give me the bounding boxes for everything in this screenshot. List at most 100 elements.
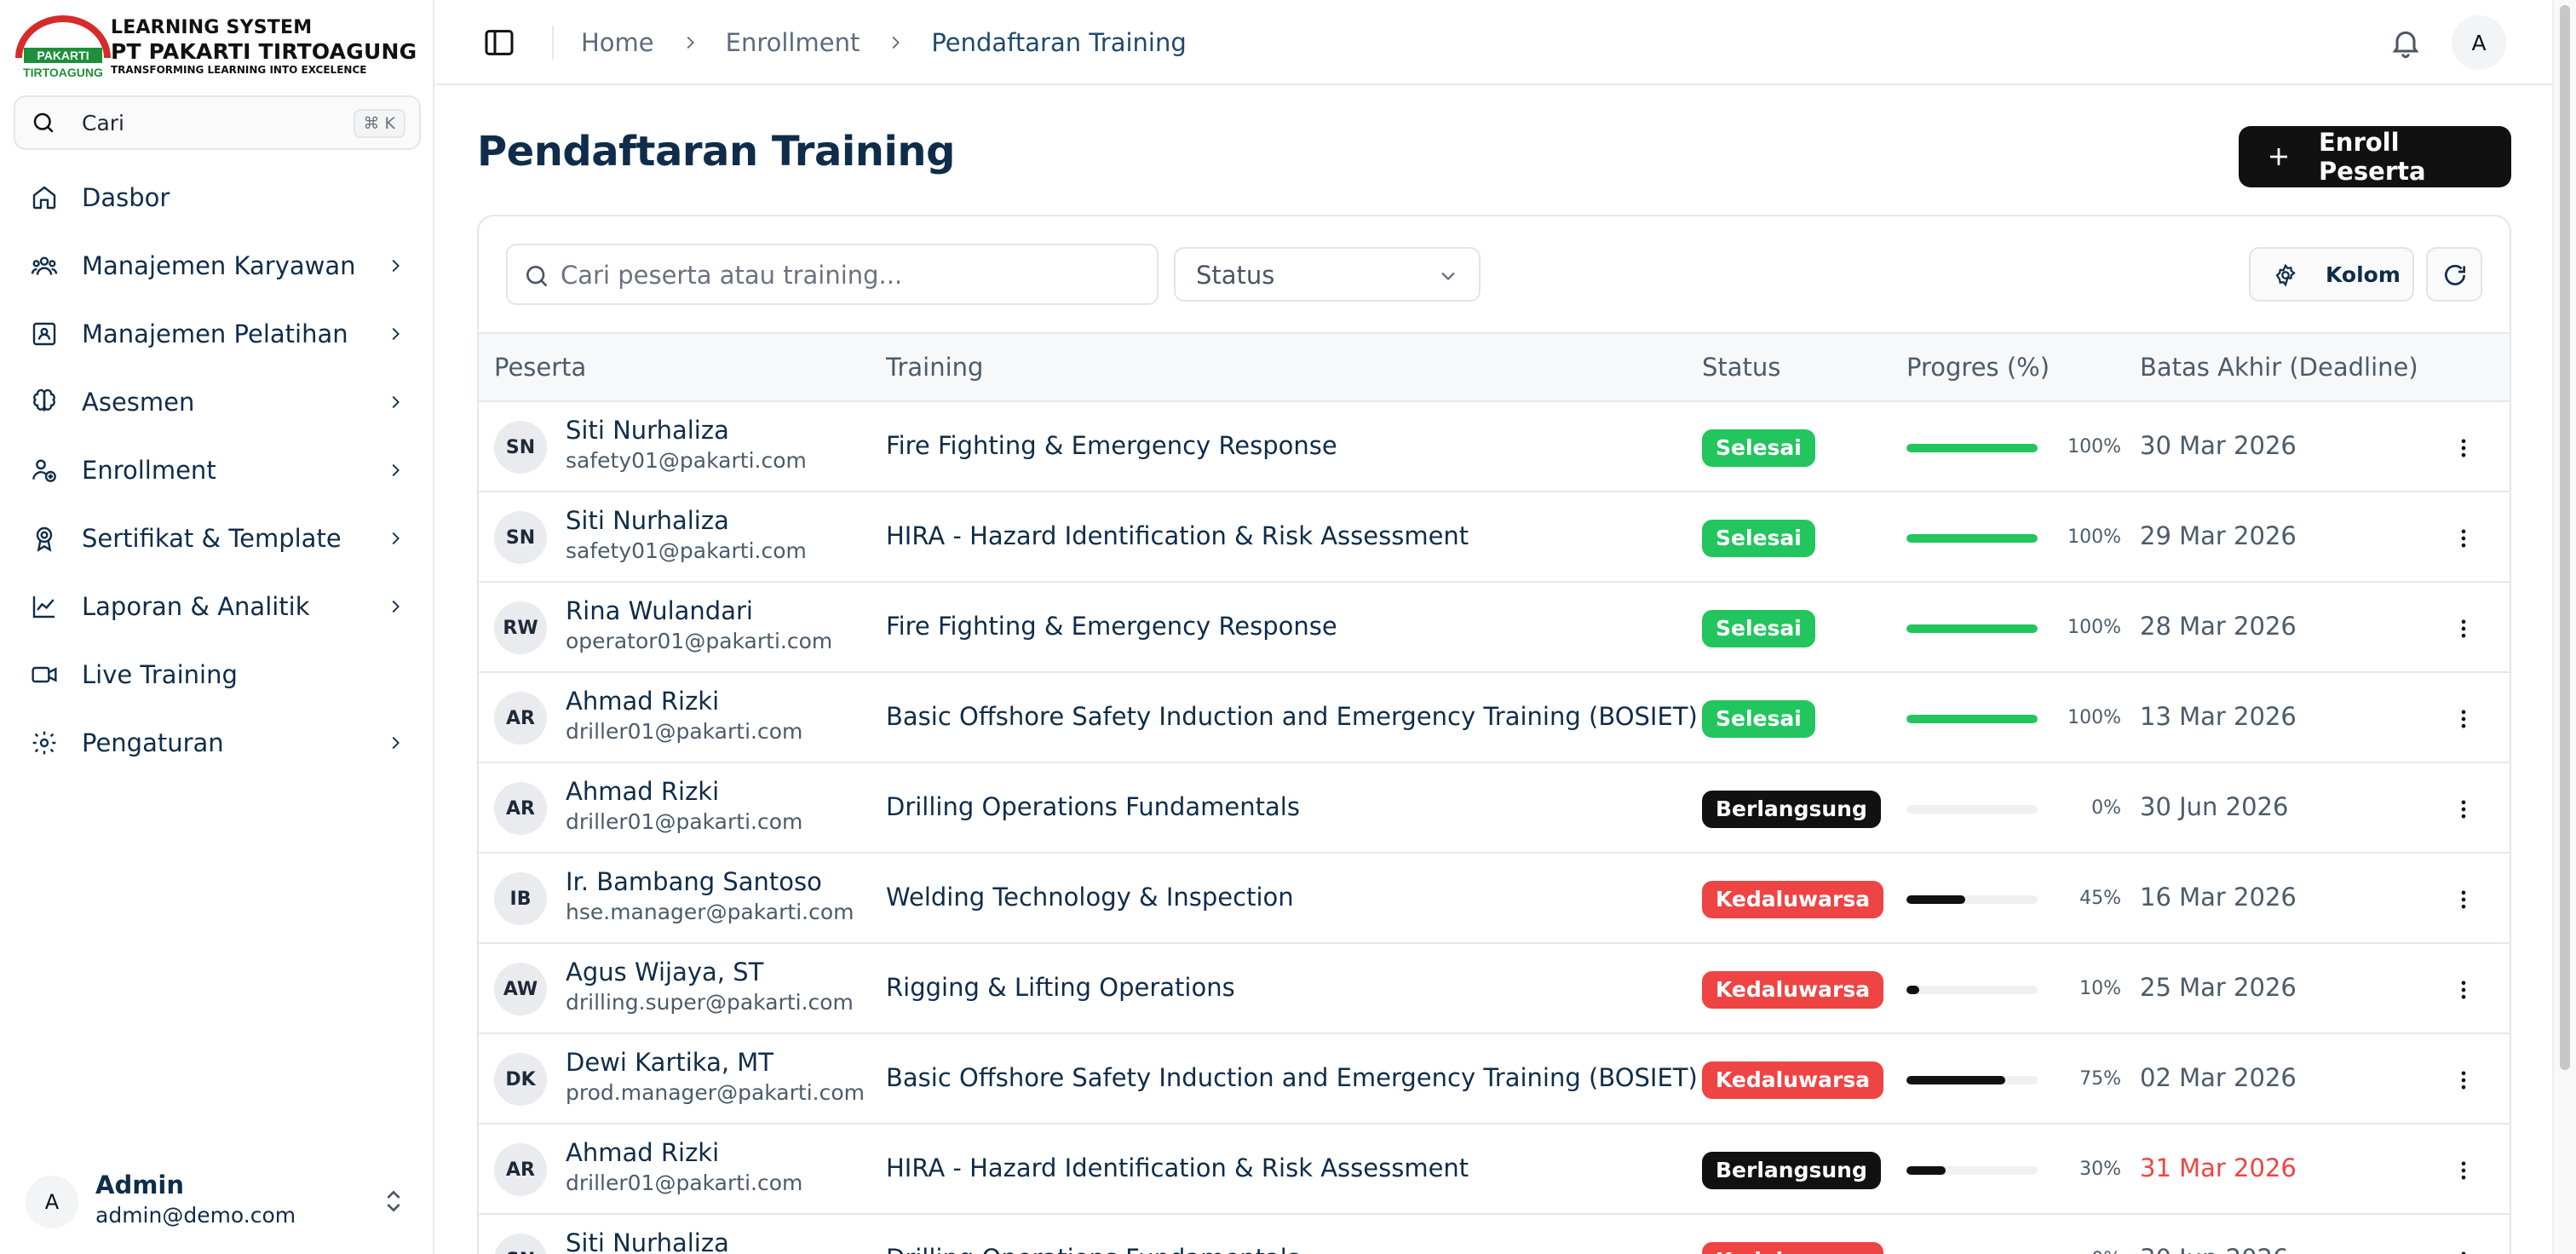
row-actions-icon[interactable] <box>2447 792 2481 826</box>
table-row[interactable]: AW Agus Wijaya, ST drilling.super@pakarti.… <box>479 944 2510 1034</box>
progress-bar <box>1906 1076 2038 1084</box>
avatar: RW <box>494 601 547 654</box>
sidebar-item-manajemen-pelatihan[interactable]: Manajemen Pelatihan <box>14 307 421 361</box>
chevron-right-icon <box>678 31 702 55</box>
row-actions-icon[interactable] <box>2447 1244 2481 1254</box>
scrollbar-thumb[interactable] <box>2560 5 2570 1070</box>
search-input[interactable] <box>561 256 1140 295</box>
progress-bar <box>1906 895 2038 904</box>
column-header-status[interactable]: Status <box>1702 353 1780 382</box>
progress-percent: 0% <box>2091 797 2121 819</box>
training-name[interactable]: Drilling Operations Fundamentals <box>886 1244 1300 1254</box>
table-row[interactable]: SN Siti Nurhaliza Drilling Operations Fund… <box>479 1215 2510 1254</box>
column-header-deadline[interactable]: Batas Akhir (Deadline) <box>2140 353 2418 382</box>
avatar: SN <box>494 1234 547 1254</box>
chevron-right-icon <box>383 526 407 550</box>
brand-tagline: TRANSFORMING LEARNING INTO EXCELENCE <box>111 64 367 76</box>
progress-percent: 100% <box>2067 617 2121 638</box>
sidebar-item-laporan-analitik[interactable]: Laporan & Analitik <box>14 579 421 634</box>
progress-percent: 10% <box>2079 978 2121 999</box>
sidebar: PAKARTI TIRTOAGUNG LEARNING SYSTEM PT PA… <box>0 0 434 1254</box>
user-email: admin@demo.com <box>95 1203 296 1228</box>
row-actions-icon[interactable] <box>2447 883 2481 917</box>
status-filter-label: Status <box>1196 261 1275 290</box>
column-header-training[interactable]: Training <box>886 353 983 382</box>
breadcrumb-current: Pendaftaran Training <box>931 28 1187 57</box>
enroll-participant-button[interactable]: Enroll Peserta <box>2239 126 2511 187</box>
user-menu-button[interactable]: A Admin admin@demo.com <box>14 1167 421 1235</box>
sidebar-toggle-icon[interactable] <box>482 26 516 60</box>
plus-icon <box>2264 142 2293 171</box>
sidebar-search-button[interactable]: Cari ⌘ K <box>14 95 421 150</box>
sidebar-item-label: Manajemen Pelatihan <box>82 319 348 348</box>
progress-fill <box>1906 444 2038 452</box>
row-actions-icon[interactable] <box>2447 1063 2481 1097</box>
row-actions-icon[interactable] <box>2447 973 2481 1007</box>
row-actions-icon[interactable] <box>2447 612 2481 646</box>
sidebar-item-enrollment[interactable]: Enrollment <box>14 443 421 498</box>
sidebar-item-manajemen-karyawan[interactable]: Manajemen Karyawan <box>14 239 421 293</box>
training-name[interactable]: HIRA - Hazard Identification & Risk Asse… <box>886 521 1469 550</box>
chevron-right-icon <box>383 458 407 482</box>
training-name[interactable]: Fire Fighting & Emergency Response <box>886 612 1337 641</box>
participant-name: Rina Wulandari <box>566 596 753 625</box>
sidebar-item-label: Manajemen Karyawan <box>82 251 356 280</box>
sidebar-item-sertifikat-template[interactable]: Sertifikat & Template <box>14 511 421 566</box>
home-icon <box>29 182 60 213</box>
avatar: AR <box>494 1143 547 1196</box>
table-row[interactable]: IB Ir. Bambang Santoso hse.manager@pakarti… <box>479 854 2510 944</box>
column-header-progress[interactable]: Progres (%) <box>1906 353 2050 382</box>
chevrons-up-down-icon <box>387 1190 400 1212</box>
progress-fill <box>1906 534 2038 543</box>
bell-icon[interactable] <box>2389 26 2423 60</box>
chevron-right-icon <box>383 390 407 414</box>
row-actions-icon[interactable] <box>2447 431 2481 465</box>
progress-percent: 0% <box>2065 1249 2121 1254</box>
page-scrollbar[interactable] <box>2552 0 2576 1254</box>
keyboard-shortcut: ⌘ K <box>353 109 405 138</box>
participant-name: Ahmad Rizki <box>566 687 720 716</box>
participant-name: Agus Wijaya, ST <box>566 958 764 987</box>
status-badge: Selesai <box>1702 429 1815 467</box>
progress-bar <box>1906 805 2038 814</box>
table-row[interactable]: SN Siti Nurhaliza safety01@pakarti.com HIRA… <box>479 492 2510 583</box>
row-actions-icon[interactable] <box>2447 521 2481 555</box>
breadcrumb-enrollment[interactable]: Enrollment <box>726 28 860 57</box>
training-name[interactable]: Rigging & Lifting Operations <box>886 973 1235 1002</box>
columns-button[interactable]: Kolom <box>2249 247 2414 302</box>
training-name[interactable]: HIRA - Hazard Identification & Risk Asse… <box>886 1153 1469 1182</box>
sidebar-item-live-training[interactable]: Live Training <box>14 647 421 702</box>
training-name[interactable]: Basic Offshore Safety Induction and Emer… <box>886 702 1698 731</box>
brand[interactable]: PAKARTI TIRTOAGUNG LEARNING SYSTEM PT PA… <box>14 15 423 80</box>
sidebar-item-pengaturan[interactable]: Pengaturan <box>14 716 421 770</box>
status-filter-select[interactable]: Status <box>1174 247 1481 302</box>
participant-email: drilling.super@pakarti.com <box>566 990 854 1015</box>
sidebar-item-dasbor[interactable]: Dasbor <box>14 170 421 225</box>
table-row[interactable]: AR Ahmad Rizki driller01@pakarti.com Basic … <box>479 673 2510 763</box>
table-row[interactable]: AR Ahmad Rizki driller01@pakarti.com HIRA -… <box>479 1125 2510 1215</box>
table-row[interactable]: AR Ahmad Rizki driller01@pakarti.com Drilli… <box>479 763 2510 854</box>
training-name[interactable]: Basic Offshore Safety Induction and Emer… <box>886 1063 1698 1092</box>
sidebar-item-asesmen[interactable]: Asesmen <box>14 375 421 429</box>
row-actions-icon[interactable] <box>2447 1153 2481 1188</box>
search-field[interactable] <box>506 244 1159 305</box>
sidebar-item-label: Sertifikat & Template <box>82 524 342 553</box>
training-name[interactable]: Fire Fighting & Emergency Response <box>886 431 1337 460</box>
gear-icon <box>29 728 60 758</box>
participant-name: Ahmad Rizki <box>566 777 720 806</box>
table-row[interactable]: DK Dewi Kartika, MT prod.manager@pakarti.c… <box>479 1034 2510 1125</box>
chevron-right-icon <box>383 254 407 278</box>
sidebar-item-label: Pengaturan <box>82 728 224 757</box>
table-row[interactable]: SN Siti Nurhaliza safety01@pakarti.com Fire… <box>479 402 2510 492</box>
column-header-participant[interactable]: Peserta <box>494 353 586 382</box>
company-logo: PAKARTI TIRTOAGUNG <box>15 15 111 79</box>
progress-percent: 100% <box>2067 436 2121 457</box>
table-row[interactable]: RW Rina Wulandari operator01@pakarti.com Fi… <box>479 583 2510 673</box>
training-name[interactable]: Drilling Operations Fundamentals <box>886 792 1300 821</box>
header-avatar[interactable]: A <box>2452 15 2506 70</box>
breadcrumb-home[interactable]: Home <box>581 28 654 57</box>
enroll-button-label: Enroll Peserta <box>2319 128 2426 186</box>
refresh-button[interactable] <box>2426 247 2482 302</box>
training-name[interactable]: Welding Technology & Inspection <box>886 883 1294 912</box>
row-actions-icon[interactable] <box>2447 702 2481 736</box>
